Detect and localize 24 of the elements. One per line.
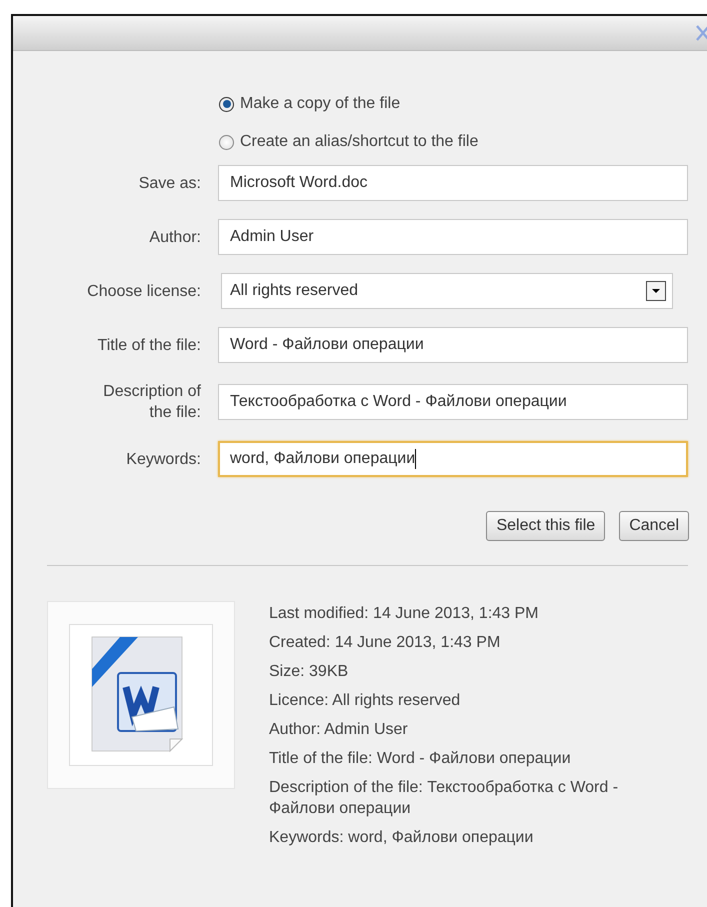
file-detail: Licence: All rights reserved: [269, 691, 462, 711]
text-field[interactable]: Microsoft Word.doc: [218, 165, 688, 201]
text-field[interactable]: Admin User: [218, 219, 688, 255]
file-detail: Last modified: 14 June 2013, 1:43 PM: [269, 604, 540, 624]
file-detail: Created: 14 June 2013, 1:43 PM: [269, 633, 502, 653]
field-label: Save as:: [138, 174, 201, 194]
text-field[interactable]: Word - Файлови операции: [218, 327, 688, 363]
file-detail: Title of the file: Word - Файлови операции: [269, 749, 572, 769]
radio-label: Create an alias/shortcut to the file: [240, 133, 478, 151]
cancel-button[interactable]: Cancel: [619, 511, 689, 541]
field-label: Title of the file:: [96, 336, 201, 356]
text-field[interactable]: Текстообработка с Word - Файлови операции: [218, 384, 688, 420]
select-file-button[interactable]: Select this file: [486, 511, 606, 541]
file-detail: Size: 39KB: [269, 662, 350, 682]
radio-label: Make a copy of the file: [240, 95, 400, 113]
text-field[interactable]: word, Файлови операции: [218, 441, 688, 477]
field-label: Author:: [148, 228, 201, 248]
file-detail: Author: Admin User: [269, 720, 409, 740]
license-dropdown[interactable]: All rights reserved: [221, 273, 673, 309]
file-detail: Description of the file: Текстообработка с Word - Файлови операции: [269, 778, 620, 819]
field-label: Description of the file:: [102, 382, 201, 423]
file-detail: Keywords: word, Файлови операции: [269, 828, 534, 848]
field-label: Choose license:: [86, 282, 201, 302]
field-label: Keywords:: [125, 450, 201, 470]
